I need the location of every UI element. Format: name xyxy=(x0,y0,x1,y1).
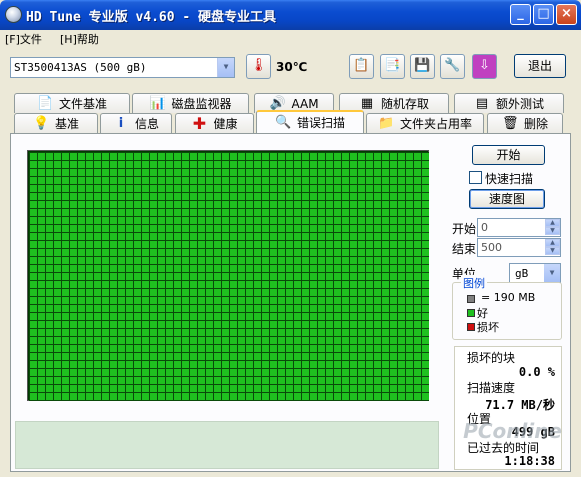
legend-bad-label: 损坏 xyxy=(477,321,499,334)
copy-screenshot-icon[interactable]: 📑 xyxy=(380,54,405,79)
random-icon: ▦ xyxy=(360,96,374,111)
legend-block-size: = 190 MB xyxy=(481,291,536,304)
toolbar: ST3500413AS (500 gB) ▼ 🌡 30℃ 📋 📑 💾 🔧 ⇩ 退… xyxy=(0,46,581,88)
title-bar[interactable]: HD Tune 专业版 v4.60 - 硬盘专业工具 _ □ × xyxy=(0,0,581,30)
chevron-down-icon[interactable]: ▼ xyxy=(544,264,560,282)
spin-up-icon[interactable]: ▲ xyxy=(545,239,560,247)
exit-button[interactable]: 退出 xyxy=(514,54,566,78)
quick-scan-checkbox[interactable] xyxy=(469,171,482,184)
error-scan-panel: 开始 快速扫描 速度图 开始 0 ▲ ▼ 结束 500 ▲ ▼ 单位 gB ▼ … xyxy=(10,133,571,472)
legend-title: 图例 xyxy=(461,275,487,291)
menu-bar: [F]文件 [H]帮助 xyxy=(0,30,581,46)
elapsed-time-value: 1:18:38 xyxy=(504,454,555,468)
download-icon[interactable]: ⇩ xyxy=(472,54,497,79)
start-position-input[interactable]: 0 ▲ ▼ xyxy=(477,218,561,237)
tab-error-scan[interactable]: 🔍 错误扫描 xyxy=(256,110,364,133)
app-icon xyxy=(5,6,22,23)
tab-benchmark[interactable]: 💡 基准 xyxy=(14,113,98,133)
grid-icon: ▤ xyxy=(475,96,489,111)
legend-good-swatch xyxy=(467,309,475,317)
start-label: 开始 xyxy=(452,222,477,236)
end-position-input[interactable]: 500 ▲ ▼ xyxy=(477,238,561,257)
status-area xyxy=(15,421,439,469)
tab-label: 额外测试 xyxy=(495,97,544,111)
info-icon: i xyxy=(118,116,124,131)
plus-icon: ✚ xyxy=(192,114,207,133)
tab-file-benchmark[interactable]: 📄 文件基准 xyxy=(14,93,130,113)
menu-file[interactable]: [F]文件 xyxy=(5,31,42,47)
scan-speed-label: 扫描速度 xyxy=(467,381,516,395)
temperature-readout: 30℃ xyxy=(276,60,308,74)
chevron-down-icon[interactable]: ▼ xyxy=(217,58,234,77)
magnifier-icon: 🔍 xyxy=(274,115,292,130)
spin-down-icon[interactable]: ▼ xyxy=(545,227,560,235)
legend-block-swatch xyxy=(467,295,475,303)
drive-select-value: ST3500413AS (500 gB) xyxy=(14,61,147,74)
start-position-value: 0 xyxy=(481,221,488,234)
damaged-blocks-label: 损坏的块 xyxy=(467,351,516,365)
document-icon: 📄 xyxy=(36,96,54,111)
legend-bad-swatch xyxy=(467,323,475,331)
drive-select[interactable]: ST3500413AS (500 gB) ▼ xyxy=(10,57,235,78)
tab-health[interactable]: ✚ 健康 xyxy=(175,113,254,133)
tab-label: AAM xyxy=(291,96,319,111)
tab-label: 错误扫描 xyxy=(296,116,345,130)
spin-up-icon[interactable]: ▲ xyxy=(545,219,560,227)
speed-map-button[interactable]: 速度图 xyxy=(469,189,545,209)
folder-icon: 📁 xyxy=(377,116,395,131)
end-position-value: 500 xyxy=(481,241,502,254)
damaged-blocks-value: 0.0 % xyxy=(518,365,555,379)
copy-text-icon[interactable]: 📋 xyxy=(349,54,374,79)
tab-label: 信息 xyxy=(134,117,159,131)
bulb-icon: 💡 xyxy=(32,116,50,131)
trash-icon: 🗑 xyxy=(501,116,519,131)
scan-block-map xyxy=(27,150,429,401)
unit-select-value: gB xyxy=(515,267,529,280)
tab-label: 健康 xyxy=(213,117,238,131)
scan-stats: 损坏的块 0.0 % 扫描速度 71.7 MB/秒 位置 499 gB 已过去的… xyxy=(454,346,562,470)
tab-extra-tests[interactable]: ▤ 额外测试 xyxy=(454,93,564,113)
spin-down-icon[interactable]: ▼ xyxy=(545,247,560,255)
tab-folder-usage[interactable]: 📁 文件夹占用率 xyxy=(366,113,484,133)
window-title: HD Tune 专业版 v4.60 - 硬盘专业工具 xyxy=(26,10,277,25)
speaker-icon: 🔊 xyxy=(269,96,286,111)
close-button[interactable]: × xyxy=(556,4,577,25)
options-icon[interactable]: 🔧 xyxy=(440,54,465,79)
chart-icon: 📊 xyxy=(149,96,166,111)
tab-erase[interactable]: 🗑 删除 xyxy=(487,113,563,133)
minimize-button[interactable]: _ xyxy=(510,4,531,25)
scan-block-grid xyxy=(29,152,429,401)
tab-info[interactable]: i 信息 xyxy=(100,113,172,133)
tab-label: 文件基准 xyxy=(58,97,107,111)
start-scan-button[interactable]: 开始 xyxy=(472,145,545,165)
tab-disk-monitor[interactable]: 📊 磁盘监视器 xyxy=(132,93,249,113)
tab-label: 随机存取 xyxy=(380,97,429,111)
unit-select[interactable]: gB ▼ xyxy=(509,263,561,283)
maximize-button[interactable]: □ xyxy=(533,4,554,25)
legend-group: 图例 = 190 MB 好 损坏 xyxy=(452,275,562,340)
scan-speed-value: 71.7 MB/秒 xyxy=(485,398,555,412)
tab-label: 基准 xyxy=(54,117,79,131)
tab-label: 文件夹占用率 xyxy=(399,117,472,131)
thermometer-icon[interactable]: 🌡 xyxy=(246,54,271,79)
save-icon[interactable]: 💾 xyxy=(410,54,435,79)
tab-label: 删除 xyxy=(523,117,548,131)
tab-label: 磁盘监视器 xyxy=(171,97,232,111)
quick-scan-label: 快速扫描 xyxy=(485,172,534,186)
watermark: PConline xyxy=(463,419,562,443)
end-label: 结束 xyxy=(452,242,477,256)
menu-help[interactable]: [H]帮助 xyxy=(60,31,99,47)
